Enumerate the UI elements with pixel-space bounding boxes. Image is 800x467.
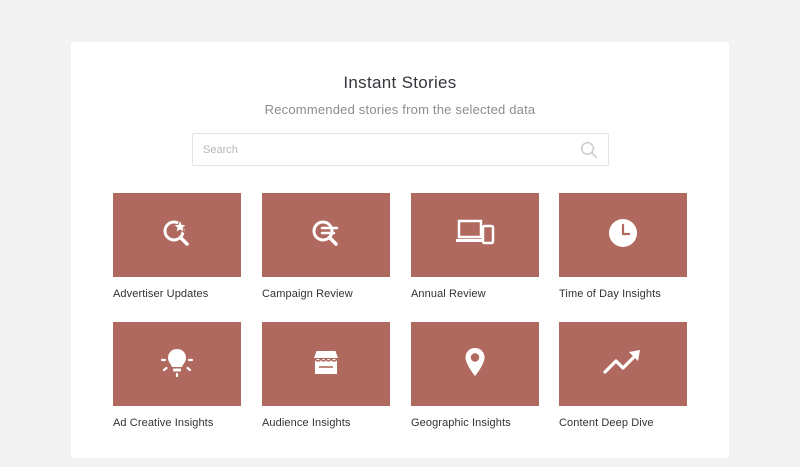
- story-label: Ad Creative Insights: [113, 417, 214, 429]
- story-tile[interactable]: [113, 193, 241, 277]
- search-box[interactable]: [192, 133, 609, 166]
- page-subtitle: Recommended stories from the selected da…: [264, 102, 536, 117]
- lightbulb-icon: [159, 346, 195, 383]
- story-card-advertiser-updates[interactable]: Advertiser Updates: [113, 193, 241, 300]
- story-tile[interactable]: [262, 322, 390, 406]
- search-list-icon: [310, 217, 342, 254]
- search-input[interactable]: [193, 134, 573, 165]
- story-card-campaign-review[interactable]: Campaign Review: [262, 193, 390, 300]
- search-icon[interactable]: [580, 141, 598, 159]
- devices-icon: [455, 217, 495, 254]
- page-title: Instant Stories: [343, 73, 457, 92]
- story-card-geographic-insights[interactable]: Geographic Insights: [411, 322, 539, 429]
- story-label: Advertiser Updates: [113, 288, 209, 300]
- story-label: Audience Insights: [262, 417, 351, 429]
- story-card-content-deep-dive[interactable]: Content Deep Dive: [559, 322, 687, 429]
- story-card-annual-review[interactable]: Annual Review: [411, 193, 539, 300]
- story-label: Annual Review: [411, 288, 486, 300]
- story-tile[interactable]: [411, 322, 539, 406]
- trend-up-icon: [603, 346, 643, 383]
- storefront-icon: [310, 346, 342, 383]
- instant-stories-panel: Instant Stories Recommended stories from…: [71, 42, 729, 458]
- map-pin-icon: [459, 346, 491, 383]
- story-tile[interactable]: [559, 193, 687, 277]
- story-label: Geographic Insights: [411, 417, 511, 429]
- story-tile[interactable]: [113, 322, 241, 406]
- story-card-audience-insights[interactable]: Audience Insights: [262, 322, 390, 429]
- story-tile[interactable]: [559, 322, 687, 406]
- story-card-time-of-day-insights[interactable]: Time of Day Insights: [559, 193, 687, 300]
- clock-icon: [607, 217, 639, 254]
- story-tile[interactable]: [411, 193, 539, 277]
- story-card-ad-creative-insights[interactable]: Ad Creative Insights: [113, 322, 241, 429]
- story-tile[interactable]: [262, 193, 390, 277]
- search-star-icon: [161, 217, 193, 254]
- story-label: Time of Day Insights: [559, 288, 661, 300]
- story-label: Campaign Review: [262, 288, 353, 300]
- story-label: Content Deep Dive: [559, 417, 654, 429]
